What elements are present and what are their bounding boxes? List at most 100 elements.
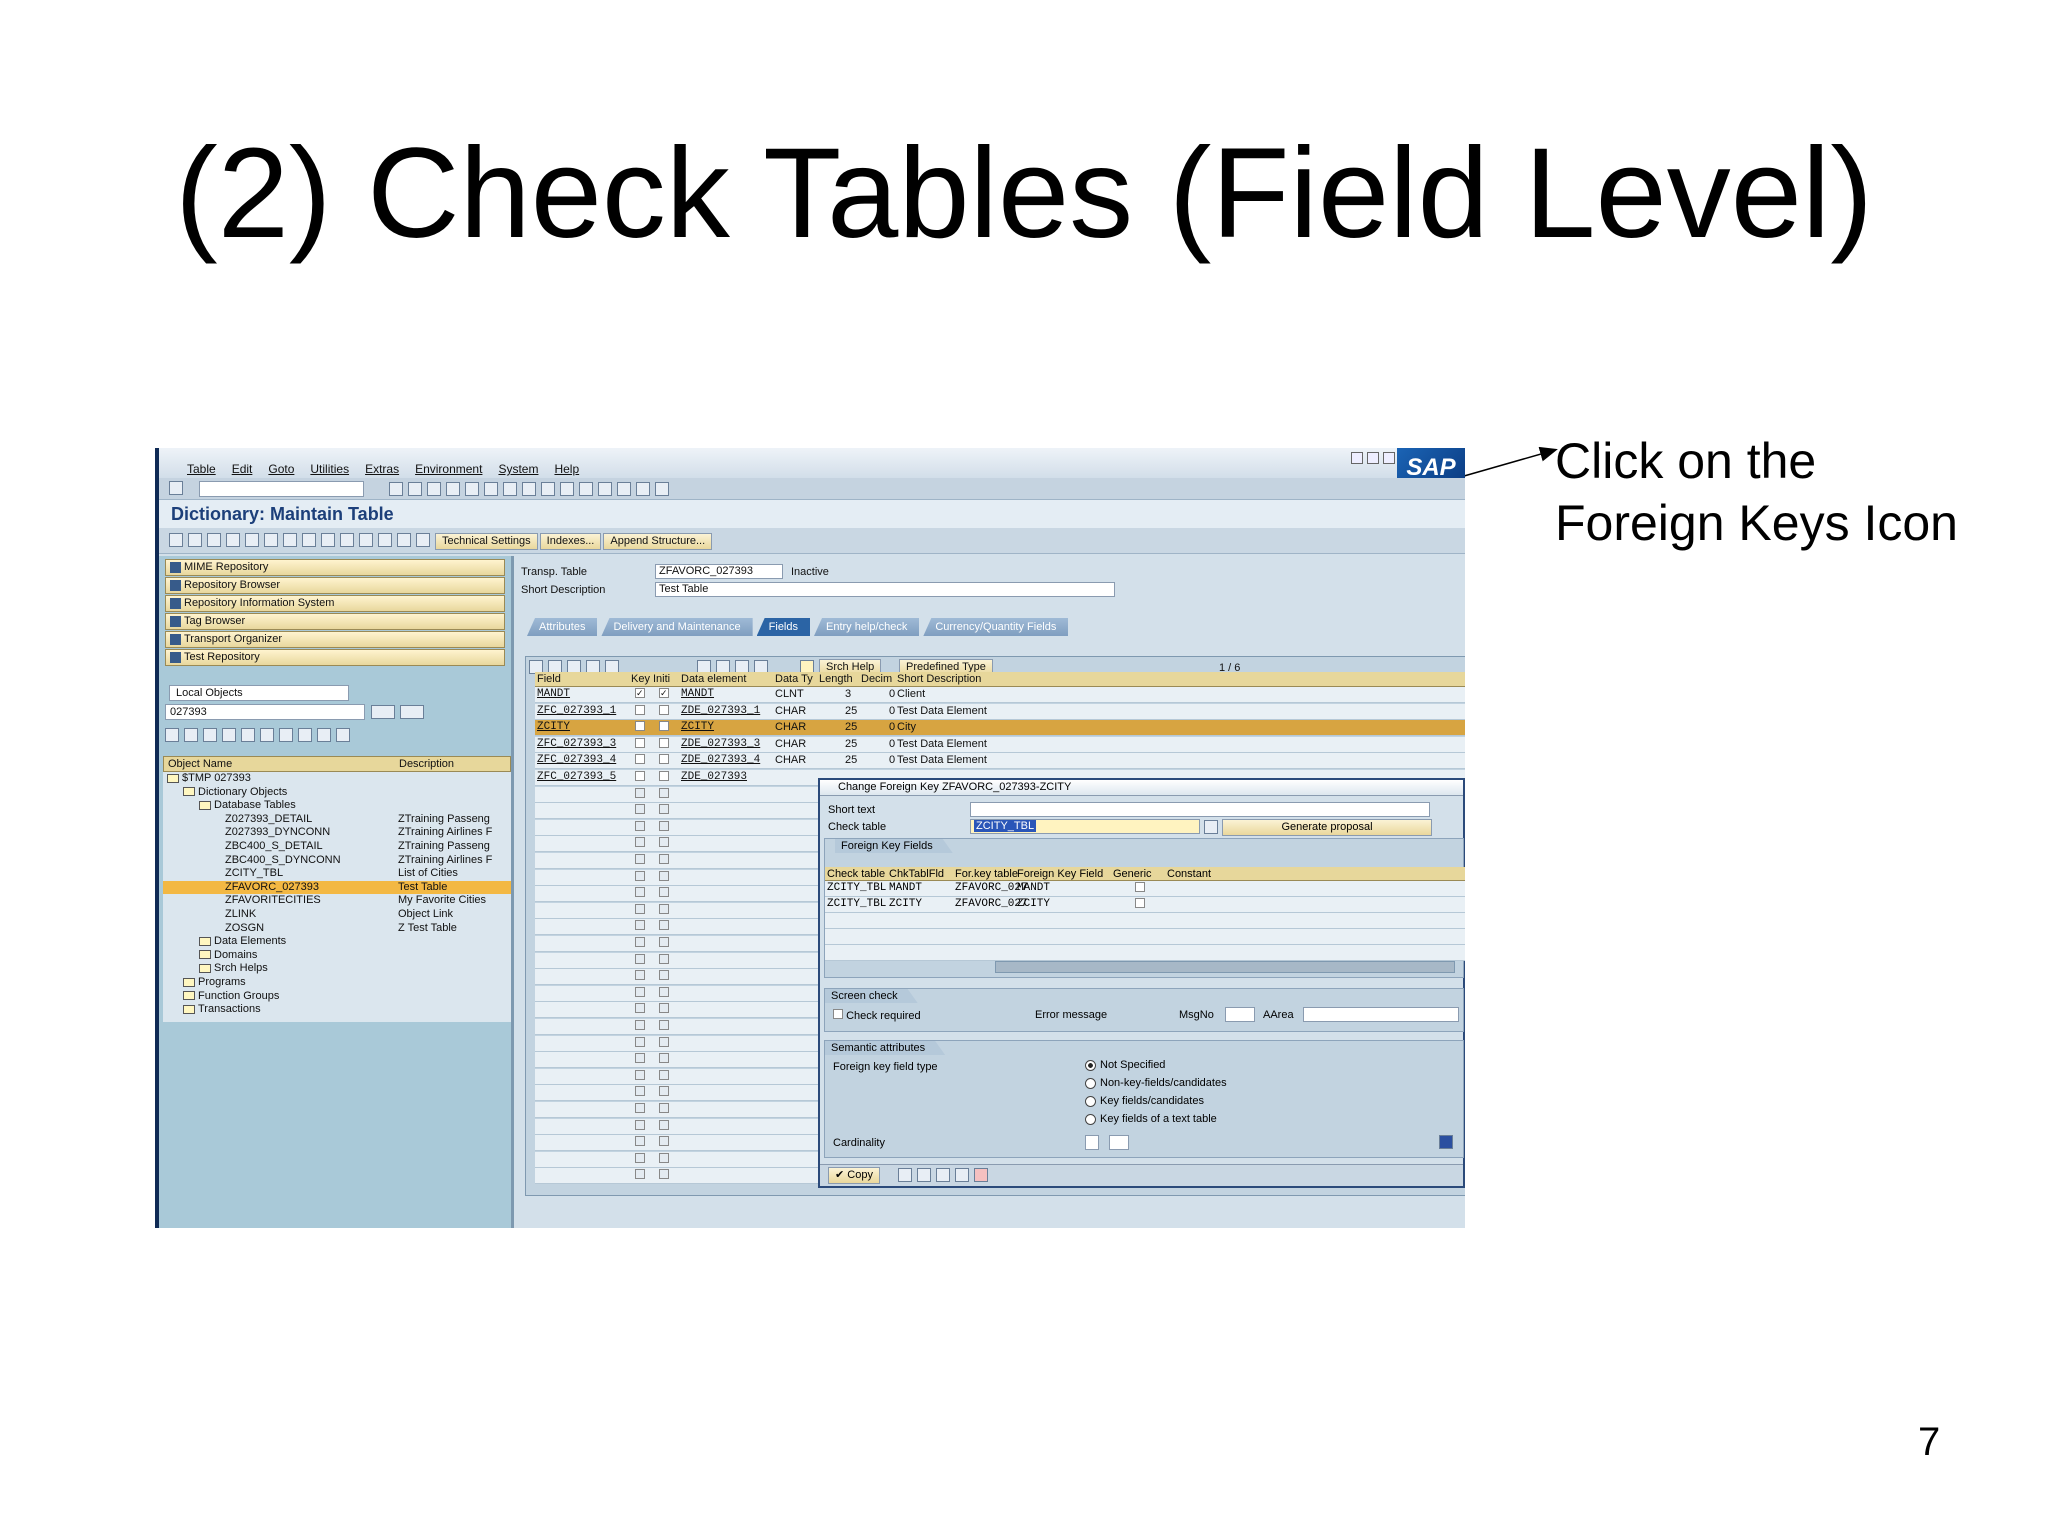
field-name[interactable]: ZCITY xyxy=(537,721,570,733)
initial-checkbox[interactable] xyxy=(659,704,669,715)
key-checkbox[interactable] xyxy=(635,1020,645,1030)
close-icon[interactable] xyxy=(1383,452,1395,464)
dropdown-icon[interactable] xyxy=(371,705,395,719)
tree-node[interactable]: ZOSGN Z Test Table xyxy=(163,922,511,936)
maximize-icon[interactable] xyxy=(1367,452,1379,464)
command-field[interactable] xyxy=(199,481,364,497)
fk-row[interactable]: ZCITY_TBL ZCITY ZFAVORC_027 ZCITY xyxy=(825,897,1465,913)
cancel-icon[interactable] xyxy=(446,482,460,496)
save-icon[interactable] xyxy=(389,482,403,496)
fk-type-option[interactable]: Not Specified xyxy=(1085,1059,1227,1077)
initial-checkbox[interactable] xyxy=(659,1003,669,1014)
check-icon[interactable] xyxy=(264,533,278,547)
tree-node[interactable]: ZBC400_S_DYNCONN ZTraining Airlines F xyxy=(163,854,511,868)
find-next-icon[interactable] xyxy=(503,482,517,496)
menu-item[interactable]: Goto xyxy=(268,462,294,476)
hierarchy-icon[interactable] xyxy=(279,728,293,742)
key-checkbox[interactable] xyxy=(635,903,645,914)
tree-node[interactable]: ZFAVORITECITIES My Favorite Cities xyxy=(163,894,511,908)
aarea-field[interactable] xyxy=(1303,1007,1459,1022)
generate-proposal-button[interactable]: Generate proposal xyxy=(1222,819,1432,836)
worklist-icon[interactable] xyxy=(298,728,312,742)
initial-checkbox[interactable] xyxy=(659,1036,669,1047)
tree-node[interactable]: Data Elements xyxy=(163,935,511,949)
where-used-icon[interactable] xyxy=(302,533,316,547)
tree-back-icon[interactable] xyxy=(165,728,179,742)
initial-checkbox[interactable] xyxy=(659,1103,669,1113)
collapse-all-icon[interactable] xyxy=(260,728,274,742)
key-checkbox[interactable] xyxy=(635,1069,645,1080)
fk-row[interactable] xyxy=(825,945,1465,961)
tree-node[interactable]: Domains xyxy=(163,949,511,963)
fk-row[interactable]: ZCITY_TBL MANDT ZFAVORC_027 MANDT xyxy=(825,881,1465,897)
object-list-icon[interactable] xyxy=(321,533,335,547)
find-icon[interactable] xyxy=(484,482,498,496)
key-checkbox[interactable] xyxy=(635,721,645,732)
indexes-button[interactable]: Indexes... xyxy=(539,533,602,550)
tree-node[interactable]: Programs xyxy=(163,976,511,990)
append-structure-button[interactable]: Append Structure... xyxy=(603,533,713,550)
cardinality-left-field[interactable] xyxy=(1085,1135,1099,1150)
navigator-button[interactable]: Tag Browser xyxy=(165,613,505,630)
fk-type-option[interactable]: Non-key-fields/candidates xyxy=(1085,1077,1227,1095)
initial-checkbox[interactable] xyxy=(659,737,669,748)
trash-icon[interactable] xyxy=(955,1168,969,1182)
menu-item[interactable]: Help xyxy=(554,462,579,476)
other-object-icon[interactable] xyxy=(245,533,259,547)
print-icon[interactable] xyxy=(465,482,479,496)
field-name[interactable]: ZFC_027393_3 xyxy=(537,738,616,750)
contents-icon[interactable] xyxy=(397,533,411,547)
navigator-button[interactable]: Test Repository xyxy=(165,649,505,666)
generic-checkbox[interactable] xyxy=(1135,882,1145,892)
tree-node[interactable]: ZLINK Object Link xyxy=(163,908,511,922)
back-arrow-icon[interactable] xyxy=(169,533,183,547)
radio-button[interactable] xyxy=(1085,1095,1096,1107)
key-checkbox[interactable] xyxy=(635,1169,645,1180)
data-element[interactable]: MANDT xyxy=(681,688,714,700)
previous-page-icon[interactable] xyxy=(541,482,555,496)
initial-checkbox[interactable] xyxy=(659,1119,669,1130)
initial-checkbox[interactable] xyxy=(659,1152,669,1163)
key-checkbox[interactable] xyxy=(635,804,645,815)
initial-checkbox[interactable] xyxy=(659,953,669,964)
tree-node[interactable]: Function Groups xyxy=(163,990,511,1004)
tab-attributes[interactable]: Attributes xyxy=(527,618,598,636)
object-list-select[interactable]: Local Objects xyxy=(169,685,349,701)
key-checkbox[interactable] xyxy=(635,771,645,781)
initial-checkbox[interactable] xyxy=(659,1020,669,1030)
refresh-proposal-icon[interactable] xyxy=(1204,820,1218,834)
initial-checkbox[interactable] xyxy=(659,937,669,947)
menu-item[interactable]: Environment xyxy=(415,462,482,476)
exit-icon[interactable] xyxy=(427,482,441,496)
menu-item[interactable]: Extras xyxy=(365,462,399,476)
menu-item[interactable]: Edit xyxy=(232,462,253,476)
field-name[interactable]: ZFC_027393_4 xyxy=(537,754,616,766)
initial-checkbox[interactable] xyxy=(659,754,669,765)
cardinality-right-field[interactable] xyxy=(1109,1135,1129,1150)
initial-checkbox[interactable] xyxy=(659,1053,669,1064)
initial-checkbox[interactable] xyxy=(659,986,669,997)
display-window-icon[interactable] xyxy=(359,533,373,547)
initial-checkbox[interactable] xyxy=(659,1169,669,1180)
active-inactive-icon[interactable] xyxy=(226,533,240,547)
move-up-icon[interactable] xyxy=(917,1168,931,1182)
tree-node[interactable]: Dictionary Objects xyxy=(163,786,511,800)
key-checkbox[interactable] xyxy=(635,854,645,864)
initial-checkbox[interactable] xyxy=(659,1086,669,1097)
key-checkbox[interactable] xyxy=(635,986,645,997)
new-session-icon[interactable] xyxy=(598,482,612,496)
key-checkbox[interactable] xyxy=(635,1036,645,1047)
key-checkbox[interactable]: ✓ xyxy=(635,688,645,698)
navigator-button[interactable]: Repository Browser xyxy=(165,577,505,594)
enter-icon[interactable] xyxy=(169,481,183,495)
tree-node[interactable]: Transactions xyxy=(163,1003,511,1017)
initial-checkbox[interactable] xyxy=(659,804,669,815)
initial-checkbox[interactable] xyxy=(659,820,669,831)
fk-row[interactable] xyxy=(825,913,1465,929)
data-element[interactable]: ZDE_027393 xyxy=(681,771,747,783)
key-checkbox[interactable] xyxy=(635,820,645,831)
key-checkbox[interactable] xyxy=(635,1103,645,1113)
package-input[interactable]: 027393 xyxy=(165,704,365,720)
field-row[interactable]: ZFC_027393_3 ZDE_027393_3 CHAR 25 0 Test Data… xyxy=(535,736,1465,753)
field-row[interactable]: ZCITY ZCITY CHAR 25 0 City xyxy=(535,720,1465,737)
